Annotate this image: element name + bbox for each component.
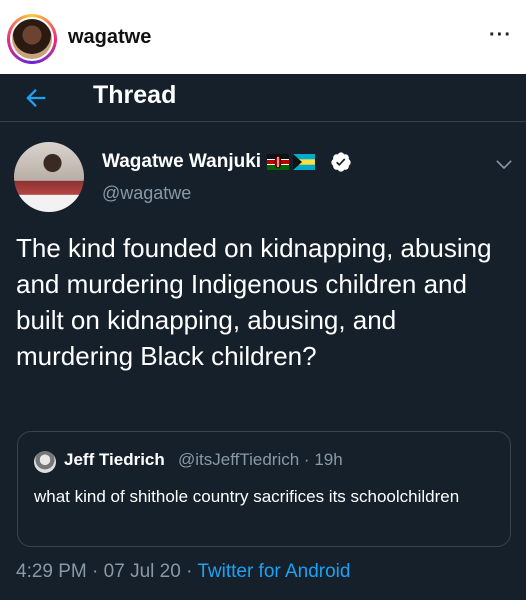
- author-flags: [267, 154, 315, 170]
- tweet-time[interactable]: 4:29 PM: [16, 561, 87, 582]
- bahamas-flag-icon: [293, 154, 315, 170]
- meta-separator: ·: [303, 450, 310, 469]
- more-options-icon[interactable]: ···: [489, 25, 512, 45]
- tweet-text: The kind founded on kidnapping, abusing …: [16, 233, 492, 371]
- instagram-username[interactable]: wagatwe: [68, 26, 151, 49]
- tweet-source-link[interactable]: Twitter for Android: [197, 561, 350, 582]
- quoted-tweet-meta: @itsJeffTiedrich · 19h: [178, 450, 343, 470]
- footer-separator: ·: [186, 561, 193, 582]
- instagram-avatar[interactable]: [7, 14, 57, 64]
- tweet-screenshot: Thread Wagatwe Wanjuki @wagatwe The kind…: [0, 74, 526, 600]
- quoted-author-avatar: [34, 451, 56, 473]
- quoted-author-handle: @itsJeffTiedrich: [178, 450, 300, 469]
- tweet-date[interactable]: 07 Jul 20: [104, 561, 181, 582]
- author-name[interactable]: Wagatwe Wanjuki: [102, 151, 261, 173]
- footer-separator: ·: [92, 561, 99, 582]
- tweet-timestamp: 4:29 PM · 07 Jul 20 · Twitter for Androi…: [16, 561, 350, 583]
- avatar-photo: [12, 19, 52, 59]
- instagram-post-header: wagatwe ···: [0, 0, 526, 74]
- quoted-tweet-age: 19h: [314, 450, 343, 469]
- screenshot-frame: wagatwe ··· Thread Wagatwe Wanjuki @waga…: [0, 0, 526, 600]
- back-arrow-icon[interactable]: [22, 84, 50, 112]
- verified-badge-icon: [331, 152, 351, 172]
- thread-header: Thread: [0, 74, 526, 122]
- quoted-author-name: Jeff Tiedrich: [64, 450, 165, 469]
- quoted-tweet-text: what kind of shithole country sacrifices…: [34, 487, 460, 506]
- author-handle[interactable]: @wagatwe: [102, 183, 191, 204]
- kenya-flag-icon: [267, 154, 289, 170]
- chevron-down-icon[interactable]: [494, 154, 514, 174]
- page-title: Thread: [93, 81, 177, 109]
- quoted-tweet[interactable]: Jeff Tiedrich @itsJeffTiedrich · 19h wha…: [17, 431, 511, 547]
- author-avatar[interactable]: [14, 142, 84, 212]
- avatar-border: [10, 17, 54, 61]
